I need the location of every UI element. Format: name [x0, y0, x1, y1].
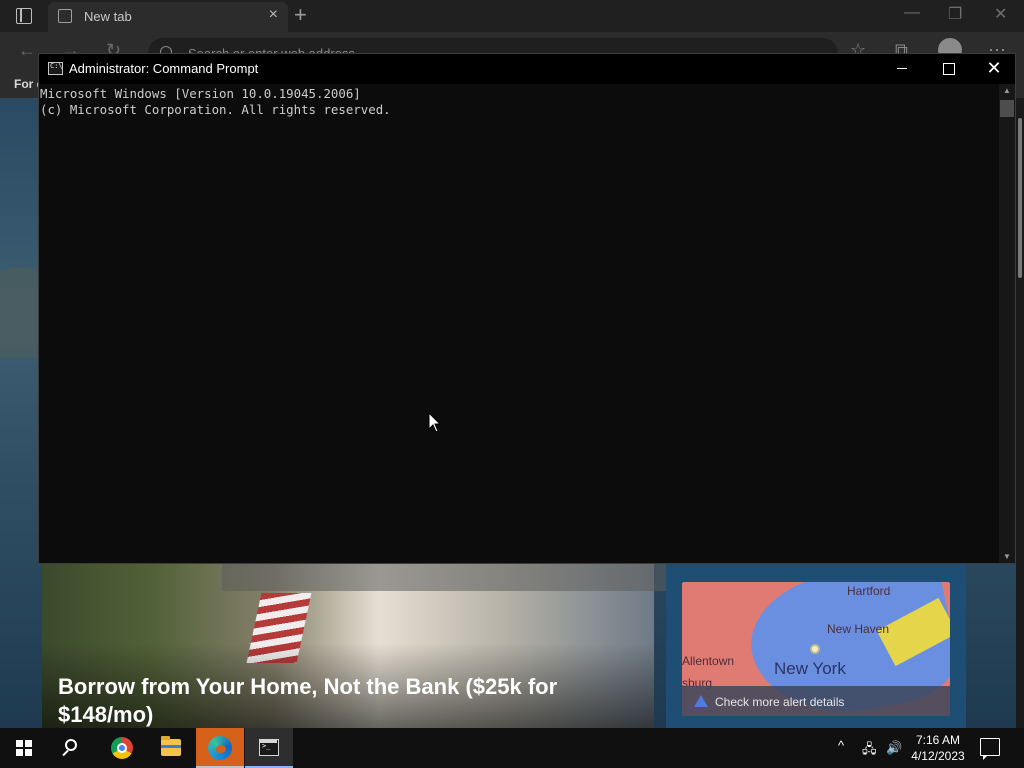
back-icon[interactable]: ← — [18, 40, 36, 61]
tab-new-tab[interactable]: New tab × — [48, 2, 288, 32]
cmd-scrollbar-thumb[interactable] — [1000, 100, 1014, 117]
map-location-dot — [810, 644, 820, 654]
start-button[interactable] — [0, 728, 48, 768]
windows-logo-icon — [16, 740, 32, 756]
tab-actions-icon[interactable] — [16, 8, 32, 24]
taskbar-chrome-button[interactable] — [98, 728, 146, 768]
folder-icon — [161, 736, 181, 756]
chrome-icon — [111, 737, 133, 759]
tab-title: New tab — [84, 9, 132, 24]
notification-icon[interactable] — [980, 738, 1000, 760]
taskbar-cmd-button[interactable] — [245, 728, 293, 768]
console-line-copyright: (c) Microsoft Corporation. All rights re… — [40, 102, 391, 117]
scroll-down-arrow-icon[interactable]: ▼ — [1003, 552, 1011, 561]
cmd-scrollbar[interactable]: ▲ ▼ — [999, 84, 1015, 563]
volume-icon[interactable]: 🔊 — [886, 740, 902, 756]
taskbar-file-explorer-button[interactable] — [147, 728, 195, 768]
taskbar-clock[interactable]: 7:16 AM 4/12/2023 — [903, 732, 973, 764]
cmd-title-bar[interactable]: Administrator: Command Prompt ✕ — [39, 54, 1015, 84]
cmd-console-output[interactable]: Microsoft Windows [Version 10.0.19045.20… — [39, 84, 999, 563]
map-label-hartford: Hartford — [847, 584, 891, 598]
taskbar-edge-button[interactable] — [196, 728, 244, 768]
cmd-window-title: Administrator: Command Prompt — [69, 61, 259, 76]
taskbar-search-button[interactable] — [48, 728, 96, 768]
command-prompt-window[interactable]: Administrator: Command Prompt ✕ Microsof… — [38, 53, 1016, 564]
tab-bar: New tab × + — ❐ ✕ — [0, 0, 1024, 32]
search-icon — [65, 739, 77, 751]
edge-icon — [208, 736, 232, 760]
cmd-minimize-button[interactable] — [879, 54, 925, 84]
cmd-icon — [259, 739, 279, 756]
clock-time: 7:16 AM — [915, 733, 961, 747]
console-line-version: Microsoft Windows [Version 10.0.19045.20… — [40, 86, 361, 101]
cmd-close-button[interactable]: ✕ — [971, 54, 1017, 84]
browser-close-icon[interactable]: ✕ — [994, 4, 1007, 24]
alert-details-link[interactable]: Check more alert details — [715, 695, 844, 709]
new-tab-favicon-icon — [58, 9, 72, 23]
tab-close-icon[interactable]: × — [269, 6, 278, 24]
network-icon[interactable]: 🖧 — [862, 740, 877, 762]
scroll-up-arrow-icon[interactable]: ▲ — [1003, 86, 1011, 95]
windows-taskbar: ^ 🖧 🔊 7:16 AM 4/12/2023 — [0, 728, 1024, 768]
cmd-app-icon — [48, 62, 63, 75]
page-scrollbar-thumb[interactable] — [1018, 118, 1022, 278]
new-tab-button[interactable]: + — [294, 2, 307, 28]
browser-restore-icon[interactable]: ❐ — [948, 4, 962, 24]
map-label-new-york: New York — [774, 659, 846, 678]
map-label-allentown: Allentown — [682, 654, 735, 668]
clock-date: 4/12/2023 — [911, 749, 965, 763]
alert-warning-icon — [694, 695, 708, 707]
map-label-new-haven: New Haven — [827, 622, 890, 636]
browser-minimize-icon[interactable]: — — [904, 4, 920, 22]
news-card-headline[interactable]: Borrow from Your Home, Not the Bank ($25… — [58, 673, 618, 728]
page-scrollbar[interactable] — [1016, 98, 1024, 728]
mouse-pointer-icon — [428, 412, 442, 433]
weather-alert-bar[interactable]: Check more alert details — [682, 686, 950, 716]
cmd-maximize-button[interactable] — [925, 54, 971, 84]
tray-chevron-up-icon[interactable]: ^ — [838, 738, 844, 753]
